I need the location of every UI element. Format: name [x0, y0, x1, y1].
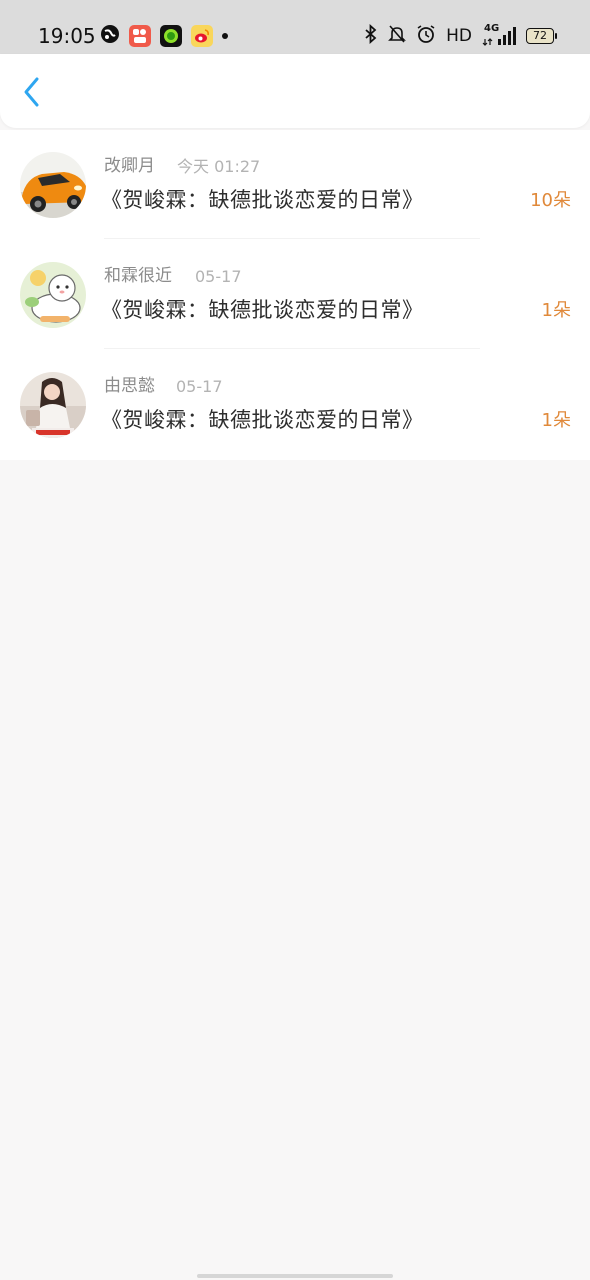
divider [104, 238, 480, 239]
flower-count: 1朵 [541, 300, 571, 321]
list-item[interactable]: 由思懿 05-17 《贺峻霖：缺德批谈恋爱的日常》 1朵 [0, 350, 590, 460]
back-button[interactable] [14, 74, 50, 114]
flower-count: 1朵 [541, 410, 571, 431]
book-title: 《贺峻霖：缺德批谈恋爱的日常》 [101, 408, 424, 432]
gift-list: 改卿月 今天 01:27 《贺峻霖：缺德批谈恋爱的日常》 10朵 和霖很近 05… [0, 130, 590, 460]
mute-bell-icon [388, 24, 407, 48]
kuaishou-icon [129, 25, 151, 47]
timestamp: 05-17 [176, 377, 223, 396]
battery-level: 72 [533, 29, 547, 42]
sender-name: 由思懿 [104, 376, 155, 396]
hd-label: HD [446, 26, 472, 46]
status-time: 19:05 [38, 24, 96, 48]
planet-icon [100, 24, 120, 48]
bluetooth-icon [364, 23, 378, 48]
chevron-left-icon [22, 75, 42, 113]
timestamp: 今天 01:27 [177, 157, 261, 176]
list-item[interactable]: 改卿月 今天 01:27 《贺峻霖：缺德批谈恋爱的日常》 10朵 [0, 130, 590, 240]
divider [104, 348, 480, 349]
home-indicator[interactable] [197, 1274, 393, 1278]
book-title: 《贺峻霖：缺德批谈恋爱的日常》 [101, 298, 424, 322]
avatar[interactable] [20, 262, 86, 328]
weibo-icon [191, 25, 213, 47]
battery-icon: 72 [526, 28, 557, 44]
sender-name: 和霖很近 [104, 266, 172, 286]
system-icons: HD 4G 72 [364, 23, 557, 48]
list-item[interactable]: 和霖很近 05-17 《贺峻霖：缺德批谈恋爱的日常》 1朵 [0, 240, 590, 350]
status-bar: 19:05 HD 4G 72 [0, 0, 590, 54]
green-circle-app-icon [160, 25, 182, 47]
book-title: 《贺峻霖：缺德批谈恋爱的日常》 [101, 188, 424, 212]
sender-name: 改卿月 [104, 156, 155, 176]
signal-icon: 4G [482, 23, 516, 47]
header-bar [0, 54, 590, 128]
notification-icons [100, 24, 228, 48]
more-notifications-dot [222, 33, 228, 39]
flower-count: 10朵 [530, 190, 571, 211]
timestamp: 05-17 [195, 267, 242, 286]
alarm-icon [416, 24, 436, 48]
avatar[interactable] [20, 372, 86, 438]
avatar[interactable] [20, 152, 86, 218]
